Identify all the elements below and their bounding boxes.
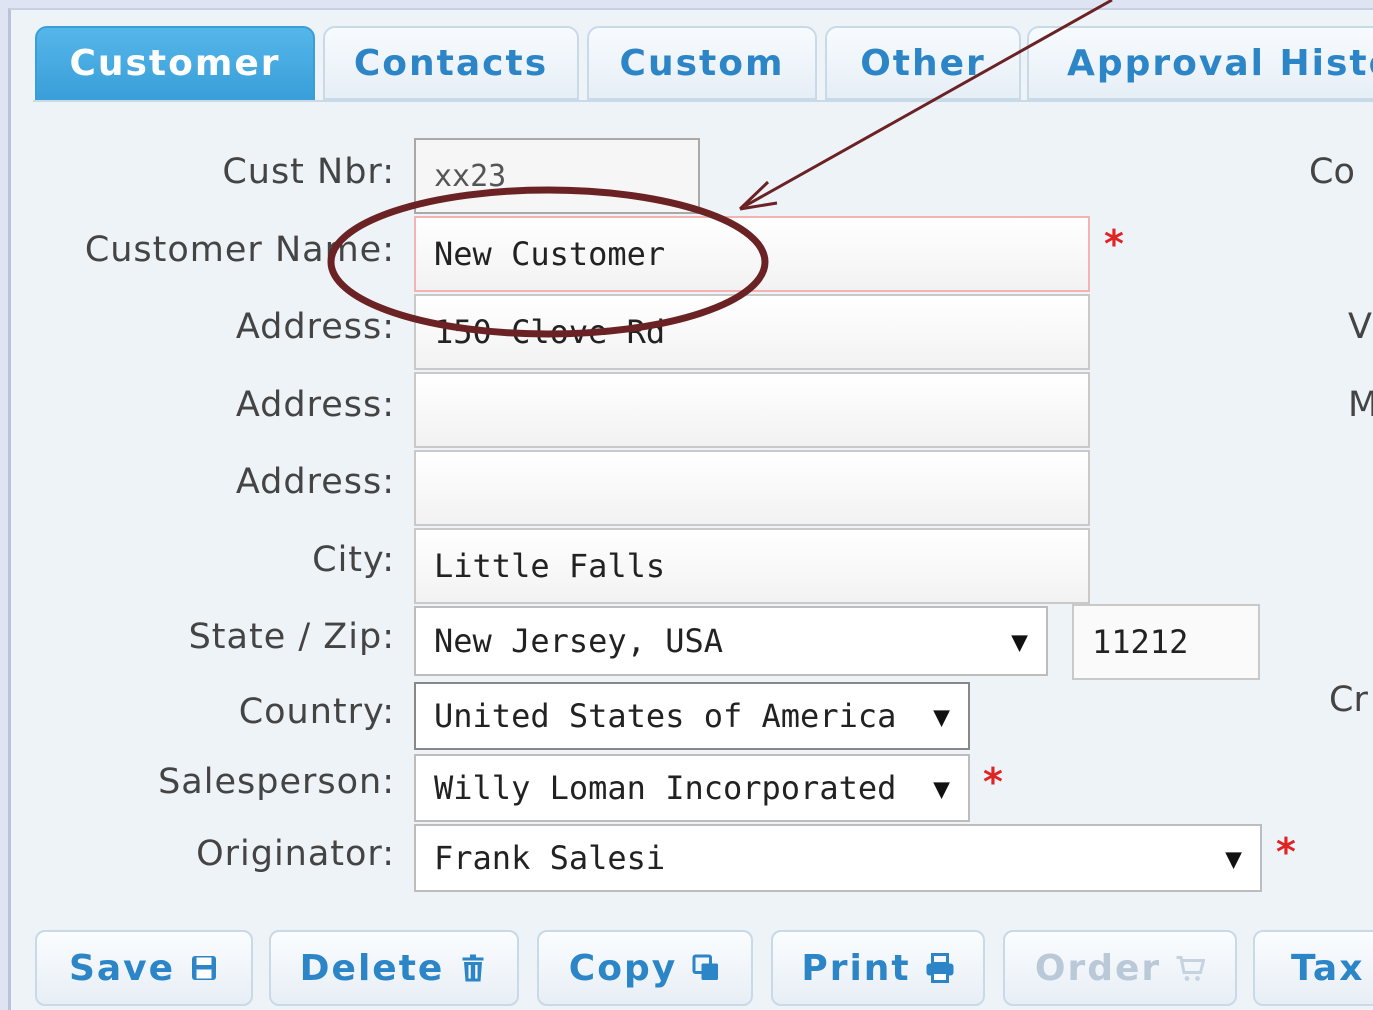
required-marker: * <box>1104 222 1124 266</box>
cart-icon <box>1176 956 1206 981</box>
originator-select-value: Frank Salesi <box>434 839 666 877</box>
print-button[interactable]: Print <box>771 930 985 1006</box>
customer-name-field[interactable]: New Customer <box>414 216 1090 292</box>
zip-field[interactable]: 11212 <box>1072 604 1260 680</box>
tab-other[interactable]: Other <box>825 26 1021 100</box>
address1-field[interactable]: 150 Clove Rd <box>414 294 1090 370</box>
tab-custom[interactable]: Custom <box>587 26 817 100</box>
country-select[interactable]: United States of America ▼ <box>414 682 970 750</box>
state-zip-label: State / Zip: <box>188 617 395 657</box>
right-col-label-co: Co <box>1309 152 1355 192</box>
chevron-down-icon: ▼ <box>1225 841 1242 875</box>
save-button[interactable]: Save <box>35 930 253 1006</box>
customer-form-window: Customer Contacts Custom Other Approval … <box>8 8 1373 1010</box>
salesperson-select-value: Willy Loman Incorporated <box>434 769 897 807</box>
address3-field[interactable] <box>414 450 1090 526</box>
right-col-label-v: V <box>1348 307 1372 347</box>
country-label: Country: <box>238 692 395 732</box>
tab-customer[interactable]: Customer <box>35 26 315 100</box>
order-button-label: Order <box>1034 947 1162 989</box>
trash-icon <box>462 954 484 982</box>
state-select-value: New Jersey, USA <box>434 622 723 660</box>
salesperson-select[interactable]: Willy Loman Incorporated ▼ <box>414 754 970 822</box>
order-button[interactable]: Order <box>1003 930 1237 1006</box>
delete-button-label: Delete <box>299 947 445 989</box>
city-field[interactable]: Little Falls <box>414 528 1090 604</box>
chevron-down-icon: ▼ <box>1011 624 1028 658</box>
customer-name-label: Customer Name: <box>84 230 395 270</box>
tab-contacts[interactable]: Contacts <box>323 26 579 100</box>
city-label: City: <box>312 540 395 580</box>
tab-approval-history[interactable]: Approval Histo <box>1027 26 1373 100</box>
cust-nbr-field[interactable]: xx23 <box>414 138 700 214</box>
address2-label: Address: <box>235 385 395 425</box>
state-select[interactable]: New Jersey, USA ▼ <box>414 606 1048 676</box>
originator-select[interactable]: Frank Salesi ▼ <box>414 824 1262 892</box>
tab-strip-divider <box>33 100 1373 102</box>
copy-button-label: Copy <box>568 947 678 989</box>
cust-nbr-label: Cust Nbr: <box>222 152 395 192</box>
required-marker: * <box>983 760 1003 804</box>
delete-button[interactable]: Delete <box>269 930 519 1006</box>
print-icon <box>926 953 954 983</box>
tax-button[interactable]: Tax <box>1253 930 1373 1006</box>
copy-button[interactable]: Copy <box>537 930 753 1006</box>
required-marker: * <box>1276 830 1296 874</box>
address1-label: Address: <box>235 307 395 347</box>
country-select-value: United States of America <box>434 697 897 735</box>
chevron-down-icon: ▼ <box>933 771 950 805</box>
save-icon <box>192 956 217 980</box>
chevron-down-icon: ▼ <box>933 699 950 733</box>
right-col-label-cr: Cr <box>1329 680 1368 720</box>
print-button-label: Print <box>801 947 911 989</box>
address3-label: Address: <box>235 462 395 502</box>
save-button-label: Save <box>68 947 176 989</box>
salesperson-label: Salesperson: <box>158 762 395 802</box>
address2-field[interactable] <box>414 372 1090 448</box>
originator-label: Originator: <box>196 834 395 874</box>
tax-button-label: Tax <box>1291 947 1365 989</box>
copy-icon <box>692 954 719 980</box>
right-col-label-m: M <box>1348 385 1373 425</box>
